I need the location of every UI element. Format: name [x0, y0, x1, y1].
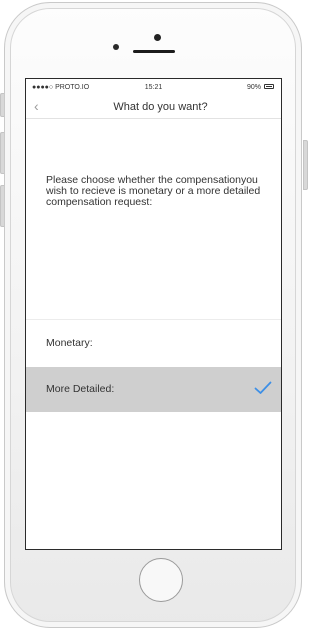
option-more-detailed-label: More Detailed: [46, 383, 115, 395]
navigation-bar: ‹ What do you want? [26, 95, 281, 119]
page-title: What do you want? [113, 101, 208, 113]
option-monetary-label: Monetary: [46, 337, 93, 349]
status-time: 15:21 [144, 84, 163, 91]
status-bar: ●●●●○ PROTO.IO 15:21 90% [26, 79, 281, 95]
option-more-detailed[interactable]: More Detailed: [26, 367, 281, 412]
device-stage: ●●●●○ PROTO.IO 15:21 90% ‹ What do you w… [0, 0, 308, 631]
divider [26, 319, 281, 320]
phone-screen: ●●●●○ PROTO.IO 15:21 90% ‹ What do you w… [25, 78, 282, 550]
power-button [303, 140, 308, 190]
battery-icon [264, 84, 274, 89]
option-monetary[interactable]: Monetary: [26, 332, 281, 354]
front-camera-icon [113, 44, 119, 50]
compensation-prompt: Please choose whether the compensationyo… [46, 174, 261, 208]
camera-icon [154, 34, 161, 41]
status-battery-percent: 90% [246, 84, 261, 91]
earpiece-speaker [133, 50, 175, 53]
home-button[interactable] [139, 558, 183, 602]
checkmark-icon [254, 381, 272, 394]
